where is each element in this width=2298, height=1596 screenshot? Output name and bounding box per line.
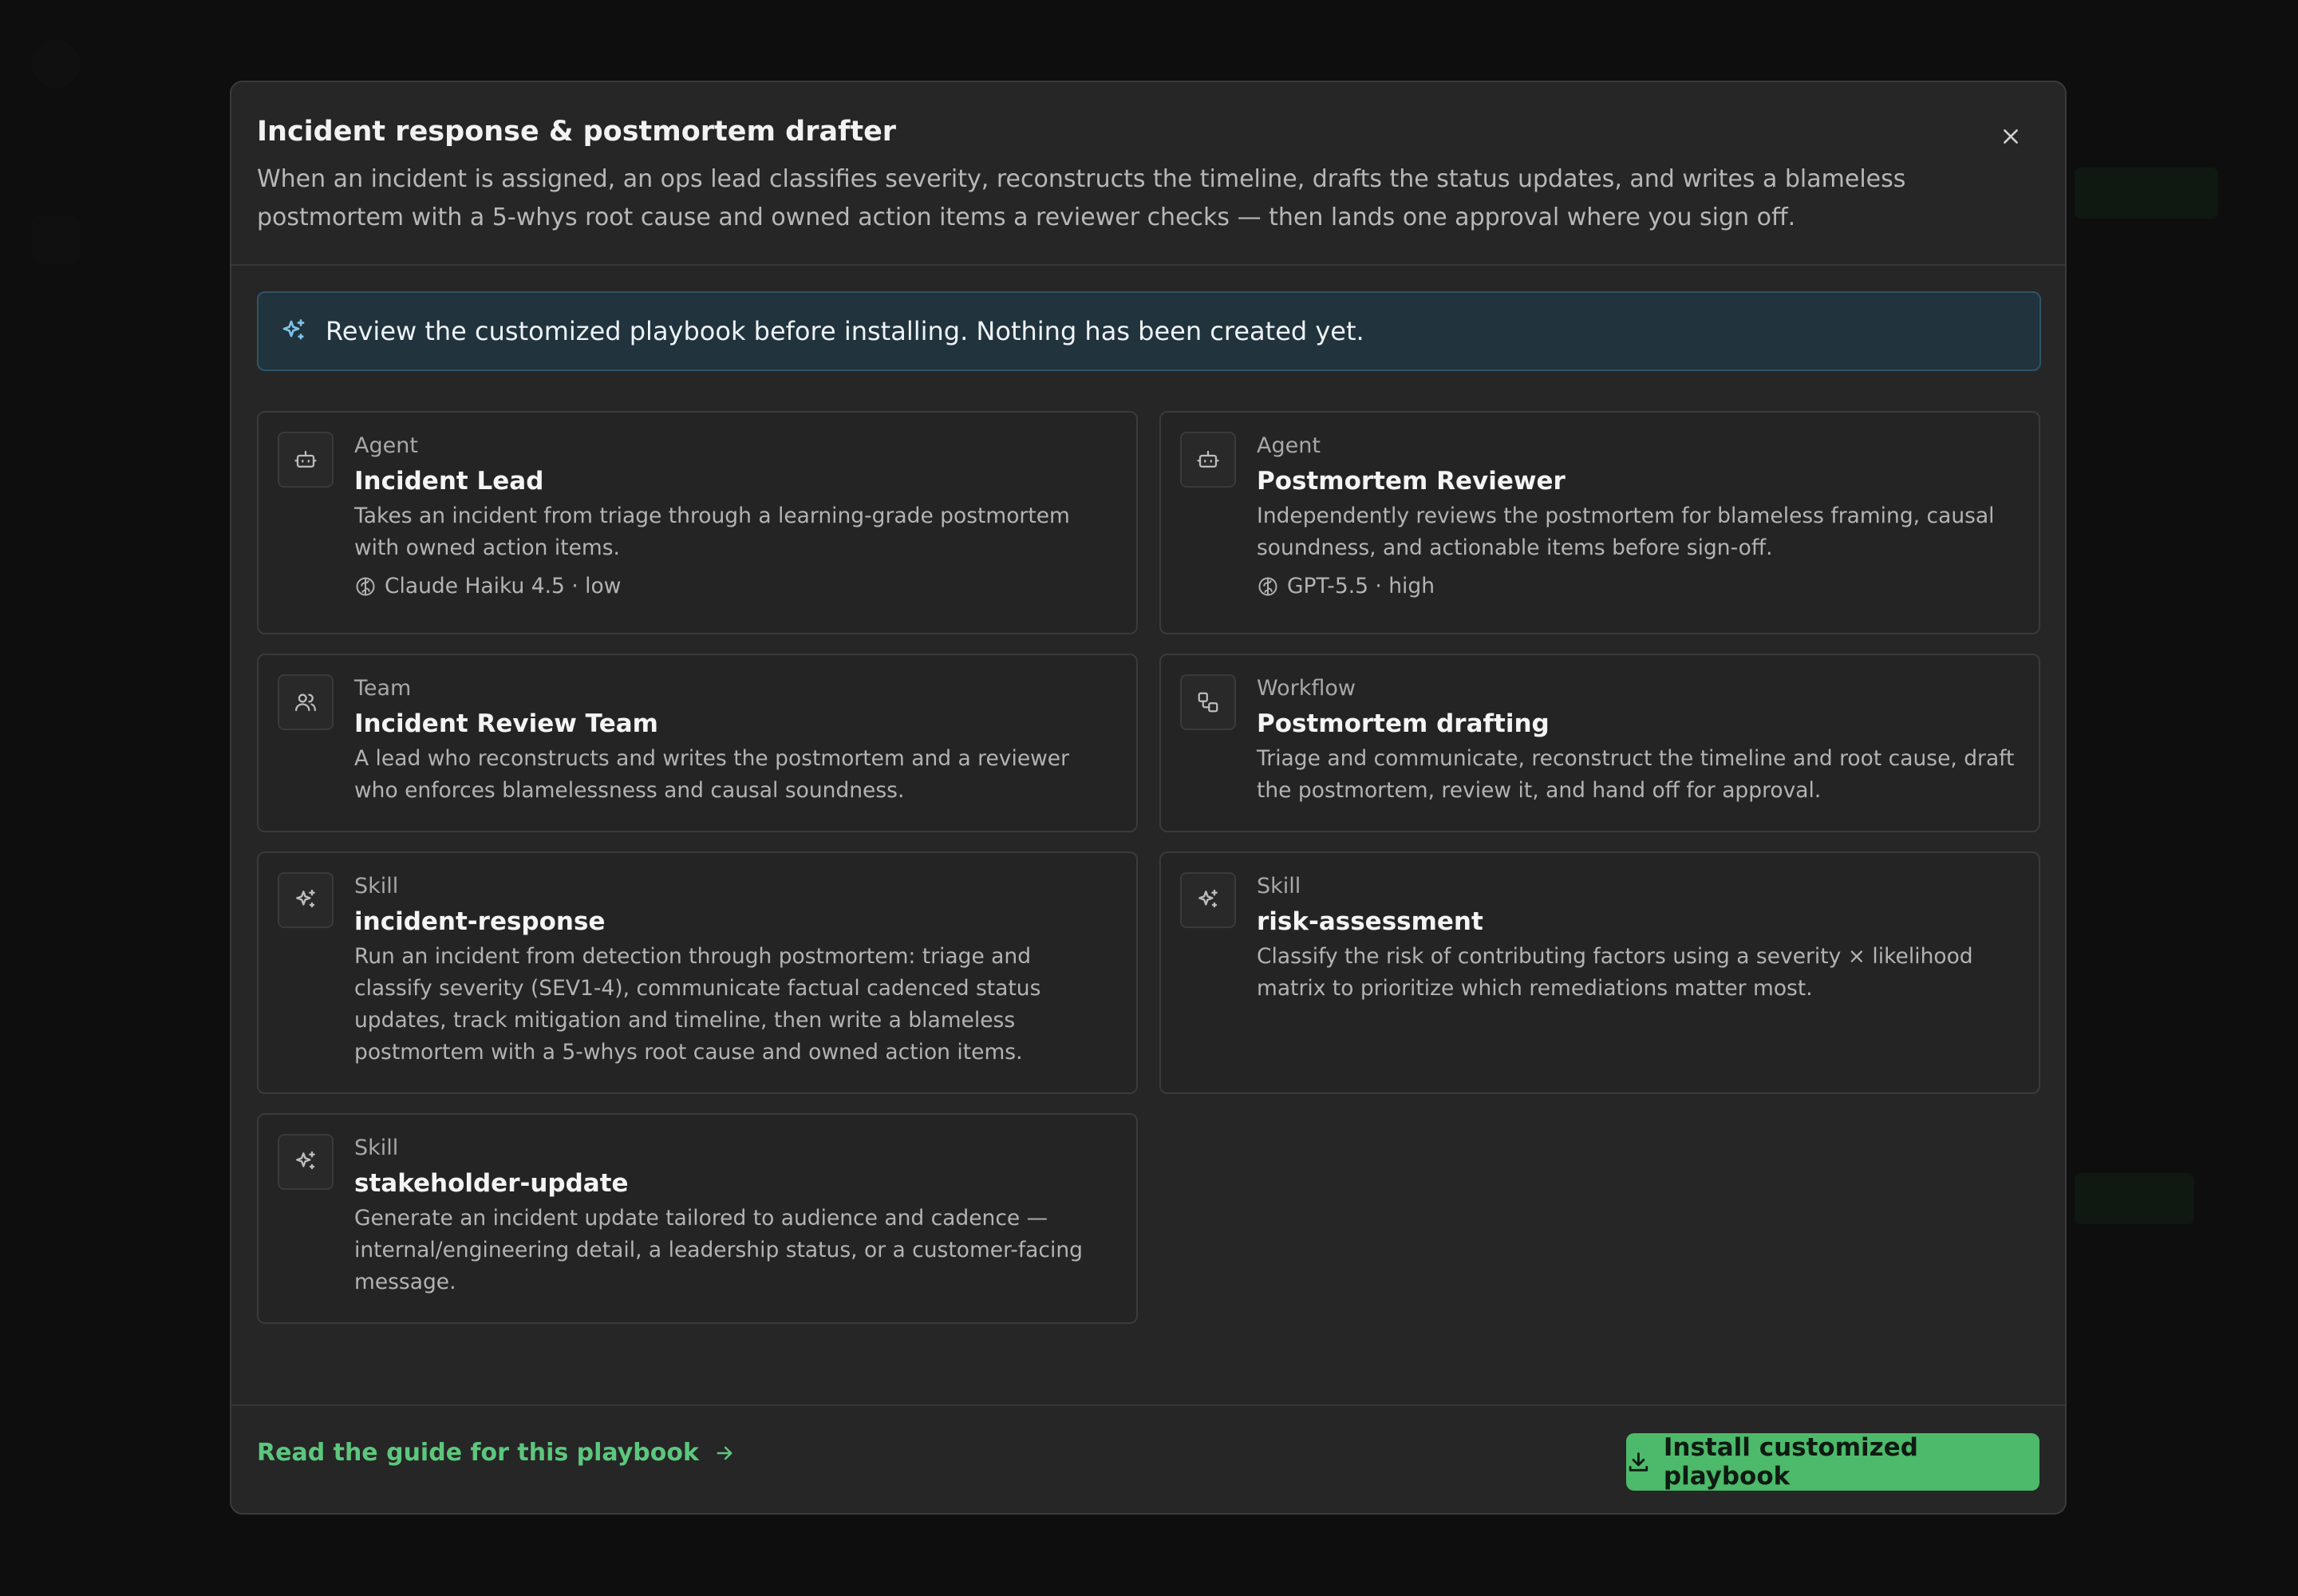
sparkles-icon bbox=[278, 872, 334, 928]
card-model: Claude Haiku 4.5 · low bbox=[354, 571, 1112, 602]
card-kind: Skill bbox=[1257, 874, 1301, 899]
workflow-icon bbox=[1180, 674, 1236, 730]
notice-text: Review the customized playbook before in… bbox=[326, 316, 1364, 346]
card-description: Triage and communicate, reconstruct the … bbox=[1257, 746, 2015, 803]
card-name: Incident Review Team bbox=[354, 709, 658, 738]
install-button[interactable]: Install customized playbook bbox=[1626, 1433, 2039, 1491]
card-name: stakeholder-update bbox=[354, 1169, 629, 1198]
modal-description: When an incident is assigned, an ops lea… bbox=[257, 165, 1906, 231]
playbook-modal: Incident response & postmortem drafter W… bbox=[230, 81, 2067, 1515]
card-kind: Workflow bbox=[1257, 676, 1356, 701]
card-description: Classify the risk of contributing factor… bbox=[1257, 944, 1973, 1001]
card-agent-postmortem-reviewer[interactable]: Agent Postmortem Reviewer Independently … bbox=[1159, 411, 2040, 634]
sparkles-icon bbox=[1180, 872, 1236, 928]
card-description: A lead who reconstructs and writes the p… bbox=[354, 746, 1069, 803]
close-button[interactable] bbox=[1996, 122, 2025, 151]
brain-icon bbox=[356, 577, 375, 596]
modal-title: Incident response & postmortem drafter bbox=[257, 116, 897, 148]
download-icon bbox=[1629, 1452, 1648, 1472]
card-model-label: Claude Haiku 4.5 · low bbox=[385, 574, 622, 598]
info-notice: Review the customized playbook before in… bbox=[257, 291, 2041, 371]
card-model: GPT-5.5 · high bbox=[1257, 571, 2015, 602]
install-button-label: Install customized playbook bbox=[1663, 1433, 1918, 1491]
card-kind: Skill bbox=[354, 874, 399, 899]
card-name: incident-response bbox=[354, 907, 606, 936]
sparkles-icon bbox=[282, 319, 305, 340]
card-description: Independently reviews the postmortem for… bbox=[1257, 504, 1995, 560]
sparkles-icon bbox=[278, 1134, 334, 1190]
card-name: risk-assessment bbox=[1257, 907, 1483, 936]
card-description: Run an incident from detection through p… bbox=[354, 944, 1041, 1065]
card-skill-incident-response[interactable]: Skill incident-response Run an incident … bbox=[257, 851, 1138, 1094]
card-skill-stakeholder-update[interactable]: Skill stakeholder-update Generate an inc… bbox=[257, 1113, 1138, 1324]
modal-header: Incident response & postmortem drafter W… bbox=[231, 82, 2065, 266]
robot-icon bbox=[1180, 432, 1236, 488]
card-team-incident-review[interactable]: Team Incident Review Team A lead who rec… bbox=[257, 654, 1138, 832]
card-kind: Team bbox=[354, 676, 412, 701]
card-name: Postmortem drafting bbox=[1257, 709, 1550, 738]
close-icon bbox=[2004, 129, 2018, 144]
card-skill-risk-assessment[interactable]: Skill risk-assessment Classify the risk … bbox=[1159, 851, 2040, 1094]
card-description: Takes an incident from triage through a … bbox=[354, 504, 1070, 560]
card-kind: Agent bbox=[1257, 433, 1321, 458]
card-name: Postmortem Reviewer bbox=[1257, 467, 1566, 496]
robot-icon bbox=[278, 432, 334, 488]
brain-icon bbox=[1258, 577, 1277, 596]
card-kind: Skill bbox=[354, 1136, 399, 1160]
card-model-label: GPT-5.5 · high bbox=[1287, 574, 1435, 598]
card-workflow-postmortem-drafting[interactable]: Workflow Postmortem drafting Triage and … bbox=[1159, 654, 2040, 832]
card-name: Incident Lead bbox=[354, 467, 544, 496]
card-kind: Agent bbox=[354, 433, 418, 458]
card-agent-incident-lead[interactable]: Agent Incident Lead Takes an incident fr… bbox=[257, 411, 1138, 634]
card-description: Generate an incident update tailored to … bbox=[354, 1206, 1083, 1294]
users-icon bbox=[278, 674, 334, 730]
